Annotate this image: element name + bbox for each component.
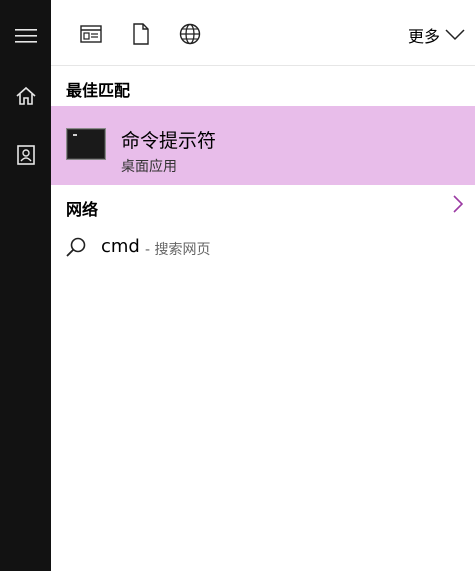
notebook-icon <box>16 144 36 166</box>
best-match-heading: 最佳匹配 <box>66 81 131 100</box>
search-query-text: cmd <box>101 236 140 257</box>
search-icon <box>65 236 87 262</box>
menu-button[interactable] <box>0 14 51 58</box>
left-rail <box>0 0 51 571</box>
documents-filter-button[interactable] <box>125 20 157 52</box>
search-window: 更多 最佳匹配 命令提示符 桌面应用 网络 cmd - 搜索网页 <box>0 0 475 571</box>
result-subtitle: 桌面应用 <box>121 159 177 175</box>
chevron-down-icon <box>445 26 465 45</box>
globe-icon <box>179 23 201 49</box>
home-button[interactable] <box>0 74 51 118</box>
notebook-button[interactable] <box>0 133 51 177</box>
document-icon <box>132 23 150 49</box>
filter-toolbar: 更多 <box>51 0 475 66</box>
network-section[interactable]: 网络 <box>51 188 475 222</box>
network-heading: 网络 <box>66 200 99 219</box>
apps-filter-button[interactable] <box>75 20 107 52</box>
web-filter-button[interactable] <box>174 20 206 52</box>
more-label: 更多 <box>407 27 440 46</box>
app-window-icon <box>80 25 102 47</box>
web-search-suggestion[interactable]: cmd - 搜索网页 <box>51 228 475 268</box>
hamburger-icon <box>14 29 37 43</box>
result-title: 命令提示符 <box>121 130 217 152</box>
command-prompt-icon <box>66 128 106 160</box>
results-panel: 更多 最佳匹配 命令提示符 桌面应用 网络 cmd - 搜索网页 <box>51 0 475 571</box>
best-match-result[interactable]: 命令提示符 桌面应用 <box>51 106 475 185</box>
more-filters-dropdown[interactable]: 更多 <box>408 22 465 48</box>
home-icon <box>15 85 37 107</box>
chevron-right-icon <box>453 195 464 217</box>
search-web-hint: - 搜索网页 <box>145 242 211 258</box>
